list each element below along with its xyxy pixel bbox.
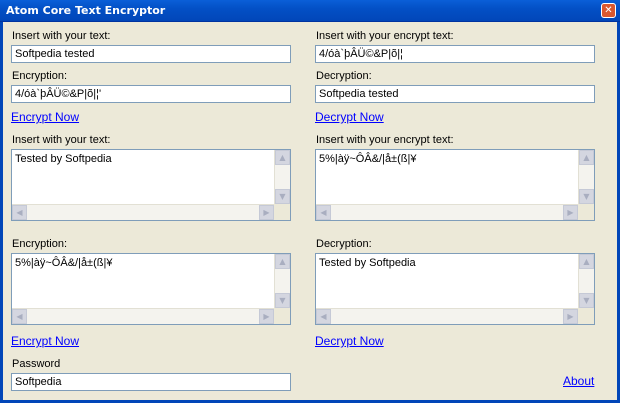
right-decryption-text-label: Decryption: [316, 238, 372, 250]
vertical-scrollbar[interactable]: ▲ ▼ [274, 150, 290, 204]
left-encryption-textarea-text: 5%|àÿ~ÔÂ&/|å±(ß|¥ [15, 257, 113, 269]
scroll-corner [274, 308, 290, 324]
left-encryption-text-label: Encryption: [12, 238, 68, 250]
scroll-corner [578, 308, 594, 324]
window-title: Atom Core Text Encryptor [6, 4, 166, 17]
scroll-down-arrow-icon[interactable]: ▼ [579, 293, 594, 308]
decrypt-now-link-1[interactable]: Decrypt Now [315, 110, 384, 124]
scroll-down-arrow-icon[interactable]: ▼ [579, 189, 594, 204]
vertical-scrollbar[interactable]: ▲ ▼ [274, 254, 290, 308]
encrypt-now-link-1[interactable]: Encrypt Now [11, 110, 79, 124]
scroll-up-arrow-icon[interactable]: ▲ [579, 150, 594, 165]
left-insert-text-label: Insert with your text: [12, 134, 111, 146]
right-decryption-label: Decryption: [316, 70, 372, 82]
scroll-down-arrow-icon[interactable]: ▼ [275, 189, 290, 204]
right-insert-encrypt-textarea-text: 5%|àÿ~ÔÂ&/|å±(ß|¥ [319, 153, 417, 165]
vertical-scrollbar[interactable]: ▲ ▼ [578, 150, 594, 204]
scroll-left-arrow-icon[interactable]: ◀ [12, 309, 27, 324]
right-insert-encrypt-label: Insert with your encrypt text: [316, 30, 454, 42]
encrypt-now-link-2[interactable]: Encrypt Now [11, 334, 79, 348]
left-insert-label: Insert with your text: [12, 30, 111, 42]
scroll-up-arrow-icon[interactable]: ▲ [275, 254, 290, 269]
right-decryption-textarea-text: Tested by Softpedia [319, 257, 416, 269]
password-label: Password [12, 358, 61, 370]
vertical-scrollbar[interactable]: ▲ ▼ [578, 254, 594, 308]
scroll-right-arrow-icon[interactable]: ▶ [563, 309, 578, 324]
scroll-corner [274, 204, 290, 220]
decrypt-now-link-2[interactable]: Decrypt Now [315, 334, 384, 348]
right-insert-encrypt-field[interactable]: 4/óà`þÂÜ©&P|õ|¦ [315, 45, 595, 63]
scroll-right-arrow-icon[interactable]: ▶ [259, 309, 274, 324]
right-decryption-textarea[interactable]: Tested by Softpedia ▲ ▼ ◀ ▶ [315, 253, 595, 325]
horizontal-scrollbar[interactable]: ◀ ▶ [12, 204, 274, 220]
scroll-up-arrow-icon[interactable]: ▲ [275, 150, 290, 165]
left-encryption-label: Encryption: [12, 70, 68, 82]
horizontal-scrollbar[interactable]: ◀ ▶ [316, 308, 578, 324]
about-link[interactable]: About [563, 374, 594, 388]
horizontal-scrollbar[interactable]: ◀ ▶ [316, 204, 578, 220]
horizontal-scrollbar[interactable]: ◀ ▶ [12, 308, 274, 324]
left-encryption-textarea[interactable]: 5%|àÿ~ÔÂ&/|å±(ß|¥ ▲ ▼ ◀ ▶ [11, 253, 291, 325]
scroll-left-arrow-icon[interactable]: ◀ [316, 309, 331, 324]
right-insert-encrypt-text-label: Insert with your encrypt text: [316, 134, 454, 146]
title-bar: Atom Core Text Encryptor ✕ [0, 0, 620, 22]
scroll-left-arrow-icon[interactable]: ◀ [316, 205, 331, 220]
scroll-up-arrow-icon[interactable]: ▲ [579, 254, 594, 269]
right-insert-encrypt-textarea[interactable]: 5%|àÿ~ÔÂ&/|å±(ß|¥ ▲ ▼ ◀ ▶ [315, 149, 595, 221]
close-button[interactable]: ✕ [601, 3, 616, 18]
left-insert-textarea[interactable]: Tested by Softpedia ▲ ▼ ◀ ▶ [11, 149, 291, 221]
scroll-corner [578, 204, 594, 220]
left-insert-textarea-text: Tested by Softpedia [15, 153, 112, 165]
scroll-right-arrow-icon[interactable]: ▶ [563, 205, 578, 220]
left-insert-field[interactable]: Softpedia tested [11, 45, 291, 63]
password-field[interactable]: Softpedia [11, 373, 291, 391]
scroll-left-arrow-icon[interactable]: ◀ [12, 205, 27, 220]
scroll-down-arrow-icon[interactable]: ▼ [275, 293, 290, 308]
left-encryption-field[interactable]: 4/óà`þÂÜ©&P|õ|¦' [11, 85, 291, 103]
scroll-right-arrow-icon[interactable]: ▶ [259, 205, 274, 220]
right-decryption-field[interactable]: Softpedia tested [315, 85, 595, 103]
